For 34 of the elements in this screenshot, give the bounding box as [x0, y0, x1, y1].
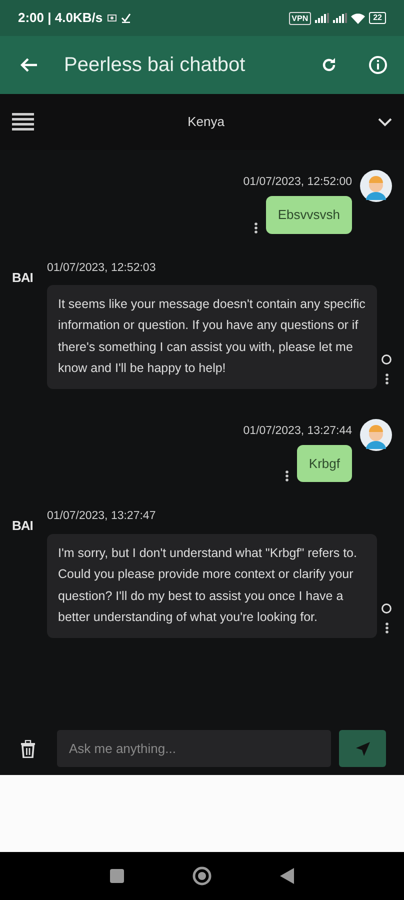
user-message: Ebsvvsvsh — [266, 196, 352, 234]
status-text: 2:00 | 4.0KB/s — [18, 9, 103, 28]
avatar-icon — [360, 418, 392, 451]
send-icon[interactable] — [354, 740, 370, 756]
wifi-icon — [351, 12, 366, 24]
download-done-icon — [120, 13, 131, 23]
battery-indicator: 22 — [369, 12, 386, 24]
more-icon[interactable] — [384, 372, 388, 385]
back-icon[interactable] — [20, 57, 38, 73]
user-message: Krbgf — [296, 444, 352, 482]
more-icon[interactable] — [284, 470, 289, 482]
avatar-icon — [360, 170, 392, 202]
vpn-indicator: VPN — [288, 12, 312, 24]
timestamp: 01/07/2023, 12:52:03 — [47, 260, 157, 276]
message-input[interactable]: Ask me anything... — [57, 730, 331, 767]
signal-icon — [315, 13, 330, 23]
bot-logo: BAI — [12, 517, 34, 536]
menu-icon[interactable] — [12, 112, 34, 132]
info-icon[interactable] — [368, 55, 388, 75]
timestamp: 01/07/2023, 13:27:47 — [47, 509, 157, 524]
timestamp: 01/07/2023, 13:27:44 — [243, 424, 352, 439]
timestamp: 01/07/2023, 12:52:00 — [243, 175, 352, 190]
home-icon[interactable] — [192, 866, 212, 886]
more-icon[interactable] — [254, 222, 258, 234]
signal-icon — [333, 13, 348, 23]
bot-logo: BAI — [12, 268, 34, 286]
bot-message: I'm sorry, but I don't understand what "Krbgf" refers to. Could you please provide more context or clarify your question? I'll do my best to assist you once I have a better understanding of what you're looking for. — [47, 534, 377, 638]
back-icon[interactable] — [280, 868, 294, 884]
send-button[interactable] — [339, 730, 386, 767]
more-icon[interactable] — [384, 622, 388, 634]
app-title: Peerless bai chatbot — [64, 53, 246, 78]
delete-icon[interactable] — [20, 740, 36, 758]
bot-message: It seems like your message doesn't contain any specific information or question. If you have any questions or if there's something I can assist you with, please let me know and I'll be happy to help! — [47, 284, 377, 389]
chevron-down-icon[interactable] — [378, 118, 392, 126]
